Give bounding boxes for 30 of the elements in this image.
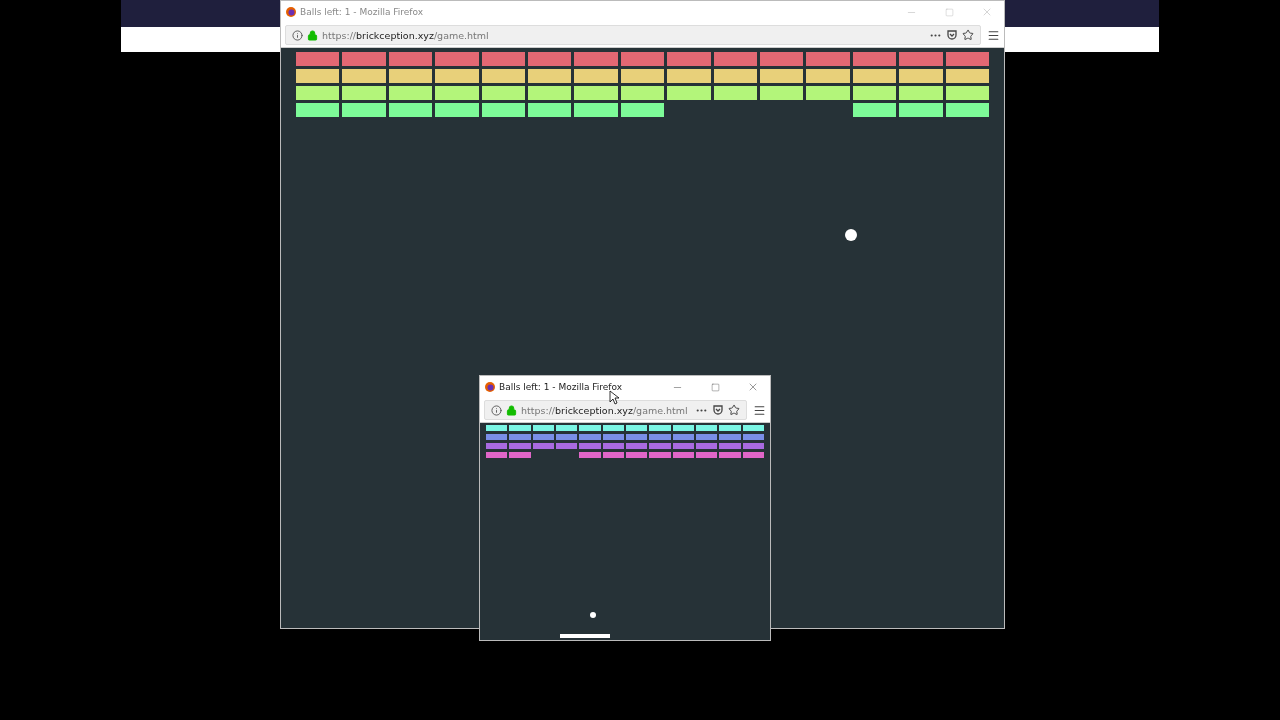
pocket-icon (712, 404, 724, 416)
close-icon (747, 381, 759, 393)
mouse-cursor-icon (609, 390, 619, 405)
menu-icon (753, 403, 766, 417)
address-bar[interactable]: https://brickception.xyz/game.html (285, 25, 981, 45)
info-icon (292, 29, 303, 41)
firefox-logo-icon (485, 382, 495, 392)
paddle (560, 634, 610, 638)
info-icon (491, 404, 502, 416)
address-bar[interactable]: https://brickception.xyz/game.html (484, 400, 747, 420)
maximize-icon (944, 7, 954, 17)
window-title: Balls left: 1 - Mozilla Firefox (300, 7, 425, 17)
window-title: Balls left: 1 - Mozilla Firefox (499, 382, 624, 392)
firefox-logo-icon (286, 7, 296, 17)
menu-icon (987, 28, 1000, 42)
menu-button[interactable] (753, 403, 766, 417)
star-icon (962, 29, 974, 41)
bookmark-star-button[interactable] (728, 404, 740, 416)
pocket-button[interactable] (712, 404, 724, 416)
pocket-button[interactable] (946, 29, 958, 41)
star-icon (728, 404, 740, 416)
menu-button[interactable] (987, 28, 1000, 42)
pocket-icon (946, 29, 958, 41)
lock-icon (307, 29, 318, 41)
lock-icon (506, 404, 517, 416)
maximize-icon (710, 382, 720, 392)
ball (845, 229, 857, 241)
ball (590, 612, 596, 618)
close-icon (981, 6, 993, 18)
bookmark-star-button[interactable] (962, 29, 974, 41)
